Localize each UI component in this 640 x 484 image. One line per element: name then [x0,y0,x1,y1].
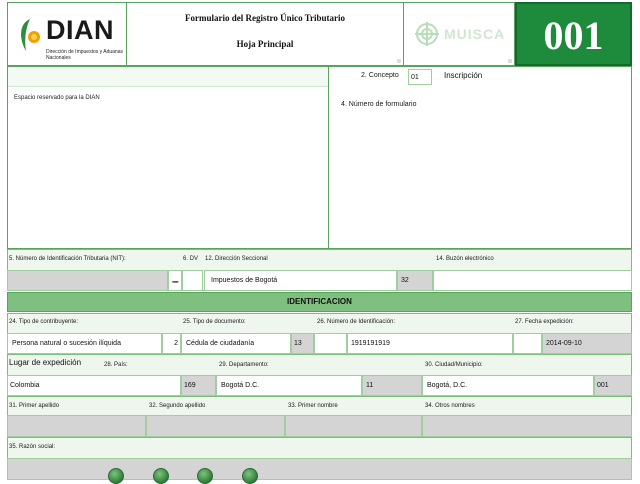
dv-value-field[interactable] [182,270,203,291]
muisca-logo-icon [415,22,439,46]
departamento-code: 11 [362,375,422,396]
buzon-label: 14. Buzón electrónico [436,256,494,262]
primer-nombre-label: 33. Primer nombre [288,403,338,409]
tipo-documento-label: 25. Tipo de documento: [183,319,246,325]
fecha-expedicion-spacer [513,333,542,354]
segundo-apellido-field[interactable] [146,415,285,437]
form-title: Formulario del Registro Único Tributario [185,13,345,23]
otros-nombres-label: 34. Otros nombres [425,403,475,409]
pais-code: 169 [181,375,216,396]
lugar-label: Lugar de expedición [9,358,82,367]
identificacion-title: IDENTIFICACION [287,297,352,306]
numero-formulario-label: 4. Número de formulario [341,101,417,108]
logo-subtitle: Dirección de Impuestos y Aduanas Naciona… [46,49,123,61]
razon-social-label: 35. Razón social: [9,444,56,450]
concepto-label: 2. Concepto [361,72,399,79]
primer-apellido-label: 31. Primer apellido [9,403,60,409]
dv-label: 6. DV [183,256,199,262]
seccional-label: 12. Dirección Seccional [205,256,268,262]
toolbar-icon-2[interactable] [153,468,169,484]
fecha-expedicion-label: 27. Fecha expedición: [515,319,574,325]
tipo-contribuyente-field[interactable]: Persona natural o sucesión ilíquida [7,333,162,354]
ciudad-label: 30. Ciudad/Municipio: [425,362,483,368]
tipo-documento-field[interactable]: Cédula de ciudadanía [181,333,291,354]
muisca-text: MUISCA [444,26,506,42]
numero-identificacion-field[interactable]: 1919191919 [347,333,513,354]
seccional-field[interactable]: Impuestos de Bogotá [204,270,397,291]
toolbar-icon-3[interactable] [197,468,213,484]
dian-reserved-area: Espacio reservado para la DIAN [7,66,329,249]
nit-label: 5. Número de Identificación Tributaria (… [9,256,126,262]
concepto-field[interactable]: 01 [408,69,432,85]
tipo-contribuyente-code: 2 [162,333,181,354]
numero-identificacion-prefix [314,333,347,354]
buzon-field[interactable] [433,270,632,291]
dv-dash: – [172,274,179,288]
dv-field[interactable]: – [168,270,182,291]
razon-social-field[interactable] [7,458,632,480]
form-subtitle: Hoja Principal [236,39,294,49]
toolbar-icon-4[interactable] [242,468,258,484]
logo-text: DIAN [46,15,114,45]
departamento-label: 29. Departamento: [219,362,269,368]
header-title-cell: Formulario del Registro Único Tributario… [126,2,404,66]
tipo-contribuyente-label: 24. Tipo de contribuyente: [9,319,79,325]
fecha-expedicion-field[interactable]: 2014-09-10 [542,333,632,354]
numero-identificacion-label: 26. Número de Identificación: [317,319,396,325]
pais-label: 28. País: [104,362,128,368]
header-muisca-cell: MUISCA [403,2,515,66]
form-number: 001 [543,13,604,58]
primer-nombre-field[interactable] [285,415,422,437]
concepto-description: Inscripción [444,71,483,80]
segundo-apellido-label: 32. Segundo apellido [149,403,206,409]
form-number-badge: 001 [515,2,632,66]
ciudad-field[interactable]: Bogotá, D.C. [422,375,594,396]
espacio-reservado-label: Espacio reservado para la DIAN [14,95,100,101]
toolbar-icon-1[interactable] [108,468,124,484]
primer-apellido-field[interactable] [7,415,146,437]
otros-nombres-field[interactable] [422,415,632,437]
departamento-field[interactable]: Bogotá D.C. [216,375,362,396]
pais-field[interactable]: Colombia [7,375,181,396]
top-right-area: 2. Concepto 01 Inscripción 4. Número de … [328,66,632,249]
identificacion-section-header: IDENTIFICACION [7,292,632,312]
dian-logo-icon [21,19,40,51]
header-logo-cell: DIAN Dirección de Impuestos y Aduanas Na… [7,2,127,66]
nit-field[interactable] [7,270,168,291]
seccional-code: 32 [397,270,433,291]
tipo-documento-code: 13 [291,333,314,354]
ciudad-code: 001 [594,375,632,396]
